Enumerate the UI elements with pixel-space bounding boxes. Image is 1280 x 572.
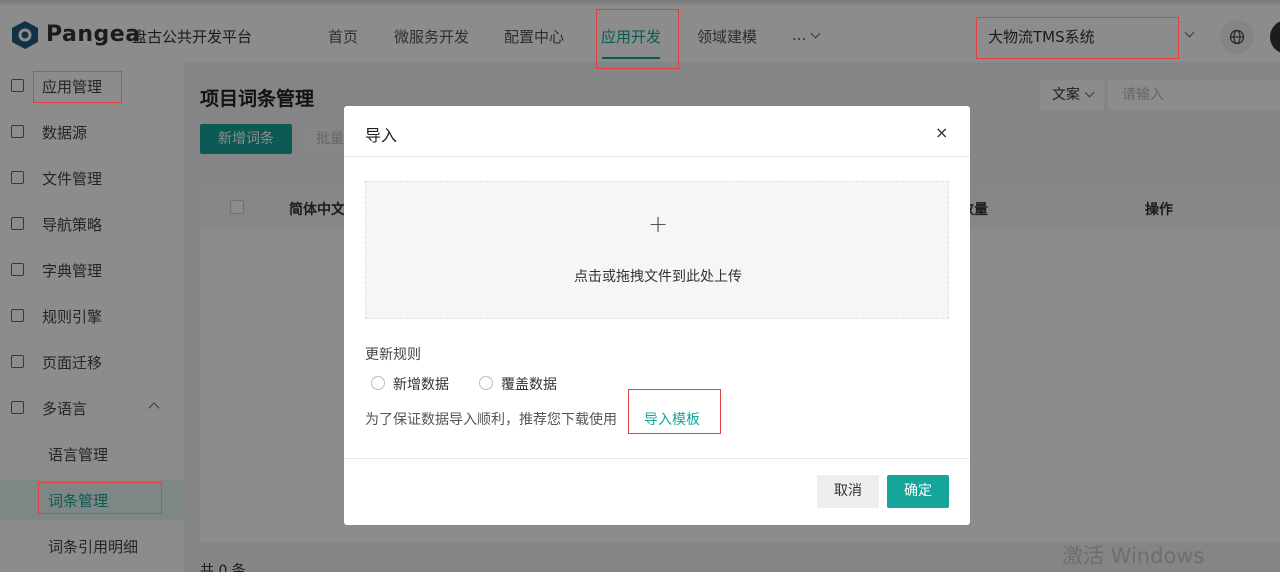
radio-add-data[interactable]	[371, 376, 385, 390]
import-dialog: 导入 × + 点击或拖拽文件到此处上传 更新规则 新增数据 覆盖数据 为了保证数…	[344, 106, 970, 525]
upload-hint: 点击或拖拽文件到此处上传	[574, 269, 742, 285]
dialog-title: 导入	[365, 126, 398, 145]
close-icon[interactable]: ×	[935, 123, 948, 142]
template-tip: 为了保证数据导入顺利，推荐您下载使用	[365, 412, 617, 428]
cancel-button[interactable]: 取消	[817, 475, 879, 508]
upload-dropzone[interactable]: + 点击或拖拽文件到此处上传	[365, 181, 949, 319]
radio-overwrite-data-label[interactable]: 覆盖数据	[501, 374, 557, 394]
annotation-box-template	[628, 389, 721, 434]
confirm-button[interactable]: 确定	[887, 475, 949, 508]
dialog-header-divider	[344, 156, 970, 157]
radio-add-data-label[interactable]: 新增数据	[393, 374, 449, 394]
update-rule-label: 更新规则	[365, 347, 421, 363]
annotation-box-nav	[596, 9, 679, 69]
annotation-box-system	[976, 17, 1179, 59]
radio-overwrite-data[interactable]	[479, 376, 493, 390]
annotation-box-terms	[38, 482, 162, 514]
plus-icon: +	[647, 210, 669, 238]
annotation-box-app-management	[33, 71, 122, 103]
dialog-footer-divider	[344, 458, 970, 459]
